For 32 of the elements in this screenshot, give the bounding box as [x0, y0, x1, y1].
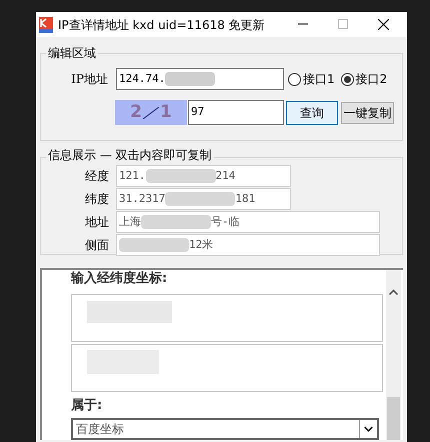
scrollbar-thumb[interactable] — [387, 397, 400, 440]
close-icon[interactable] — [378, 19, 389, 30]
info-field[interactable]: 12米 — [116, 234, 380, 256]
query-button[interactable]: 查询 — [286, 100, 338, 124]
blurred-area — [165, 72, 216, 86]
field-label: 经度 — [84, 168, 110, 185]
scroll-up-icon[interactable] — [389, 289, 398, 295]
field-label: 侧面 — [84, 237, 110, 254]
info-field[interactable]: 31.2317 181 — [116, 188, 291, 210]
scrollbar[interactable] — [386, 270, 401, 440]
coordinate-select[interactable]: 百度坐标 — [71, 418, 379, 440]
radio-button[interactable] — [288, 72, 301, 86]
radio-button[interactable] — [340, 72, 354, 86]
radio-label: 接口2 — [356, 71, 388, 88]
captcha-line — [143, 106, 159, 118]
app-logo-icon — [39, 16, 53, 32]
field-label: 纬度 — [84, 191, 110, 208]
group-title: 编辑区域 — [46, 44, 98, 62]
captcha-char: 1 — [160, 100, 172, 124]
copy-button[interactable]: 一键复制 — [341, 102, 394, 124]
field-label: 地址 — [84, 214, 110, 231]
belongs-label: 属于: — [71, 398, 102, 414]
window-title: IP查详情地址 kxd uid=11618 免更新 — [58, 16, 265, 34]
captcha-input[interactable]: 97 — [188, 100, 284, 125]
section-heading: 输入经纬度坐标: — [71, 271, 168, 287]
radio-label: 接口1 — [303, 71, 335, 88]
info-field[interactable]: 121. 214 — [116, 165, 291, 187]
captcha-char: 2 — [130, 100, 142, 124]
ip-input[interactable]: 124.74. — [116, 68, 284, 90]
group-title: 信息展示 — 双击内容即可复制 — [46, 146, 214, 164]
info-field[interactable]: 上海 号-临 — [116, 211, 380, 233]
ip-label: IP地址 — [70, 71, 109, 88]
